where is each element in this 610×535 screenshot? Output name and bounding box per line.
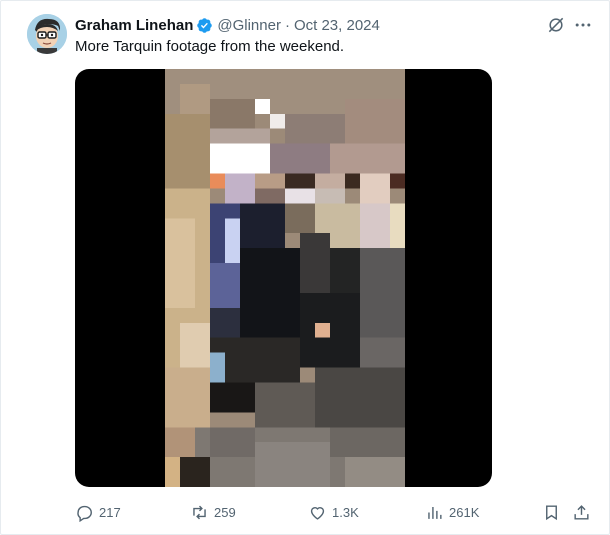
view-count: 261K: [449, 504, 480, 520]
grok-icon[interactable]: [546, 15, 566, 35]
avatar-illustration-icon: [27, 14, 67, 54]
bookmark-icon: [546, 504, 557, 520]
reply-icon: [77, 505, 92, 522]
tweet-header: Graham Linehan @Glinner · Oct 23, 2024: [75, 15, 380, 35]
like-button[interactable]: 1.3K: [308, 501, 359, 523]
share-icon: [574, 504, 589, 520]
verified-badge-icon: [197, 17, 213, 33]
reply-count: 217: [99, 504, 121, 520]
repost-icon: [193, 505, 206, 519]
views-button[interactable]: 261K: [425, 501, 479, 523]
repost-count: 259: [214, 504, 236, 520]
tweet-video[interactable]: [75, 69, 492, 487]
author-handle[interactable]: @Glinner: [217, 17, 281, 34]
bookmark-button[interactable]: [542, 501, 561, 523]
separator-dot: ·: [284, 16, 290, 34]
tweet-actions: 217 259 1.3K 261K: [1, 499, 610, 527]
like-count: 1.3K: [332, 504, 359, 520]
more-icon[interactable]: [573, 15, 593, 35]
tweet-date[interactable]: Oct 23, 2024: [294, 17, 380, 34]
share-button[interactable]: [572, 501, 591, 523]
tweet-card[interactable]: Graham Linehan @Glinner · Oct 23, 2024 M…: [0, 0, 610, 535]
tweet-text: More Tarquin footage from the weekend.: [75, 38, 345, 55]
avatar[interactable]: [27, 14, 67, 54]
views-chart-icon: [428, 506, 442, 519]
heart-icon: [310, 506, 325, 520]
repost-button[interactable]: 259: [190, 501, 236, 523]
reply-button[interactable]: 217: [75, 501, 121, 523]
author-name[interactable]: Graham Linehan: [75, 17, 193, 34]
pixelated-video-frame: [165, 69, 405, 487]
